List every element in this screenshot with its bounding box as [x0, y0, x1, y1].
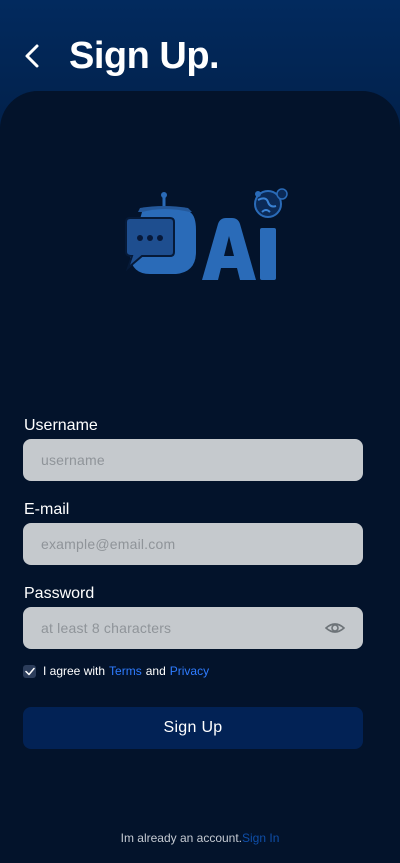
email-input[interactable]: [23, 523, 363, 565]
globe-icon: [254, 188, 288, 218]
agree-row: I agree with Terms and Privacy: [23, 662, 209, 680]
email-field[interactable]: [23, 523, 363, 565]
page-title: Sign Up.: [69, 35, 220, 77]
agree-and-text: and: [145, 664, 166, 678]
username-field[interactable]: [23, 439, 363, 481]
footer-text: Im already an account.: [120, 831, 243, 845]
chevron-left-icon: [25, 44, 39, 68]
agree-text: I agree with: [43, 664, 106, 678]
privacy-link[interactable]: Privacy: [170, 664, 209, 678]
password-field[interactable]: [23, 607, 363, 649]
username-input[interactable]: [23, 439, 363, 481]
terms-link[interactable]: Terms: [109, 664, 142, 678]
footer: Im already an account.Sign In: [0, 831, 400, 845]
robot-chat-logo-icon: [125, 192, 196, 274]
checkmark-icon: [24, 667, 35, 675]
ai-logo: [125, 188, 288, 280]
sign-in-link[interactable]: Sign In: [242, 831, 279, 845]
eye-icon[interactable]: [325, 619, 345, 637]
sign-up-button[interactable]: Sign Up: [23, 707, 363, 749]
email-label: E-mail: [24, 501, 70, 518]
ai-letters: [202, 218, 276, 280]
password-label: Password: [24, 585, 95, 602]
password-input[interactable]: [23, 607, 363, 649]
agree-checkbox[interactable]: [23, 664, 36, 678]
username-label: Username: [24, 417, 98, 434]
back-button[interactable]: [18, 40, 46, 72]
